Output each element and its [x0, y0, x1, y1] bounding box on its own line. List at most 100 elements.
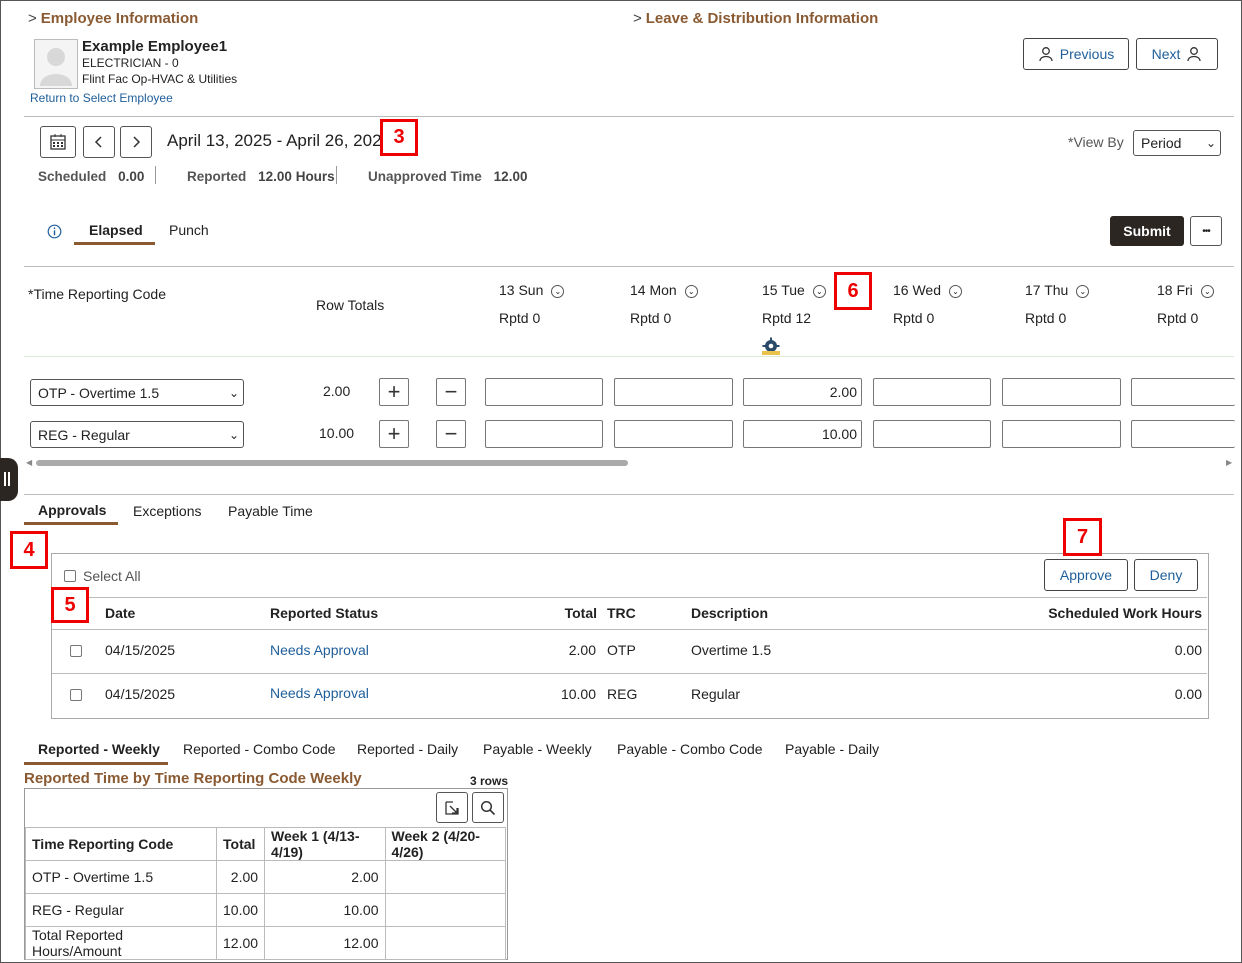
row-date: 04/15/2025: [105, 642, 176, 658]
approve-button[interactable]: Approve: [1044, 559, 1128, 591]
search-icon: [480, 800, 496, 815]
time-input[interactable]: 10.00: [743, 420, 862, 448]
tab-reported-combo-code[interactable]: Reported - Combo Code: [183, 741, 336, 757]
side-panel-handle[interactable]: [0, 458, 18, 501]
tab-payable-daily[interactable]: Payable - Daily: [785, 741, 879, 757]
time-input[interactable]: [1002, 378, 1121, 406]
row-checkbox[interactable]: [70, 689, 82, 701]
deny-button[interactable]: Deny: [1134, 559, 1198, 591]
next-button[interactable]: Next: [1136, 38, 1218, 70]
tab-punch[interactable]: Punch: [169, 222, 209, 238]
select-all-checkbox[interactable]: [64, 570, 76, 582]
tab-elapsed[interactable]: Elapsed: [89, 222, 143, 238]
tab-reported-daily[interactable]: Reported - Daily: [357, 741, 458, 757]
info-icon[interactable]: [47, 224, 62, 239]
day-header-thu[interactable]: 17 Thu ⌄: [1025, 282, 1090, 298]
tab-payable-time[interactable]: Payable Time: [228, 503, 313, 519]
chevron-down-icon[interactable]: ⌄: [1200, 285, 1214, 298]
next-period-button[interactable]: [120, 126, 152, 158]
trc-select-row-1[interactable]: OTP - Overtime 1.5 ⌄: [30, 379, 244, 406]
row-status-link[interactable]: Needs Approval: [270, 642, 369, 658]
next-label: Next: [1151, 46, 1181, 62]
callout-3: 3: [380, 119, 418, 156]
row-scheduled-hours: 0.00: [1174, 642, 1202, 658]
employee-department: Flint Fac Op-HVAC & Utilities: [82, 72, 238, 86]
calendar-icon: [50, 134, 66, 150]
table-cell: 2.00: [264, 860, 386, 894]
time-input[interactable]: [873, 378, 991, 406]
col-trc: TRC: [607, 605, 636, 621]
callout-6: 6: [834, 272, 872, 310]
avatar: [34, 39, 78, 89]
view-by-select[interactable]: Period ⌄: [1133, 130, 1221, 156]
remove-row-button[interactable]: −: [436, 378, 466, 406]
time-input[interactable]: [1131, 378, 1235, 406]
search-button[interactable]: [472, 792, 504, 823]
gear-icon[interactable]: [762, 337, 780, 355]
previous-button[interactable]: Previous: [1023, 38, 1129, 70]
time-input[interactable]: [1002, 420, 1121, 448]
chevron-down-icon[interactable]: ⌄: [949, 285, 962, 298]
day-header-mon[interactable]: 14 Mon ⌄: [630, 282, 698, 298]
return-to-select-employee-link[interactable]: Return to Select Employee: [30, 91, 173, 105]
time-input[interactable]: [485, 378, 603, 406]
tab-payable-weekly[interactable]: Payable - Weekly: [483, 741, 592, 757]
scroll-left-icon[interactable]: ◀: [26, 458, 32, 467]
more-actions-button[interactable]: •••: [1190, 216, 1222, 246]
col-header: Total: [215, 827, 266, 861]
employee-title: ELECTRICIAN - 0: [82, 56, 179, 70]
day-label: 13 Sun: [499, 282, 544, 298]
day-label: 16 Wed: [893, 282, 941, 298]
row-description: Regular: [691, 686, 741, 702]
calendar-button[interactable]: [40, 126, 76, 158]
employee-info-header[interactable]: > Employee Information: [28, 10, 198, 27]
leave-info-header[interactable]: > Leave & Distribution Information: [633, 10, 878, 27]
col-scheduled-hours: Scheduled Work Hours: [1048, 605, 1202, 621]
time-input[interactable]: [873, 420, 991, 448]
summary-unapproved: Unapproved Time 12.00: [368, 168, 527, 184]
day-reported-mon: Rptd 0: [630, 310, 672, 326]
time-input[interactable]: [614, 420, 733, 448]
tab-reported-weekly[interactable]: Reported - Weekly: [38, 741, 160, 757]
trc-select-row-2[interactable]: REG - Regular ⌄: [30, 421, 244, 448]
day-header-wed[interactable]: 16 Wed ⌄: [893, 282, 962, 298]
row-total: 2.00: [568, 642, 596, 658]
time-input[interactable]: 2.00: [743, 378, 862, 406]
divider: [24, 116, 1234, 117]
row-status-link[interactable]: Needs Approval: [270, 685, 369, 701]
time-input[interactable]: [614, 378, 733, 406]
chevron-down-icon[interactable]: ⌄: [1076, 285, 1090, 298]
previous-period-button[interactable]: [83, 126, 115, 158]
add-row-button[interactable]: +: [379, 420, 409, 448]
chevron-down-icon[interactable]: ⌄: [551, 285, 565, 298]
col-header: Week 2 (4/20-4/26): [384, 827, 507, 861]
chevron-down-icon[interactable]: ⌄: [812, 285, 826, 298]
chevron-down-icon[interactable]: ⌄: [684, 285, 698, 298]
tab-payable-combo-code[interactable]: Payable - Combo Code: [617, 741, 763, 757]
add-row-button[interactable]: +: [379, 378, 409, 406]
summary-unapproved-value: 12.00: [493, 169, 528, 184]
submit-button[interactable]: Submit: [1110, 216, 1184, 246]
table-cell: 10.00: [264, 893, 386, 927]
day-header-tue[interactable]: 15 Tue ⌄: [762, 282, 826, 298]
time-input[interactable]: [1131, 420, 1235, 448]
remove-row-button[interactable]: −: [436, 420, 466, 448]
row-total: 10.00: [560, 686, 596, 702]
day-header-sun[interactable]: 13 Sun ⌄: [499, 282, 565, 298]
tab-approvals[interactable]: Approvals: [38, 502, 106, 518]
divider: [52, 673, 1207, 674]
day-header-fri[interactable]: 18 Fri ⌄: [1157, 282, 1214, 298]
table-cell: [384, 893, 507, 927]
row-checkbox[interactable]: [70, 645, 82, 657]
leave-info-label: Leave & Distribution Information: [645, 10, 879, 27]
remove-icon: −: [444, 421, 458, 446]
table-cell: 10.00: [215, 893, 266, 927]
horizontal-scrollbar[interactable]: [36, 460, 628, 466]
row-trc: REG: [607, 686, 638, 702]
row-total-2: 10.00: [319, 425, 355, 441]
time-input[interactable]: [485, 420, 603, 448]
scroll-right-icon[interactable]: ▶: [1226, 458, 1232, 467]
export-button[interactable]: [436, 792, 468, 823]
tab-exceptions[interactable]: Exceptions: [133, 503, 201, 519]
table-row: REG - Regular 10.00 10.00: [25, 893, 507, 927]
